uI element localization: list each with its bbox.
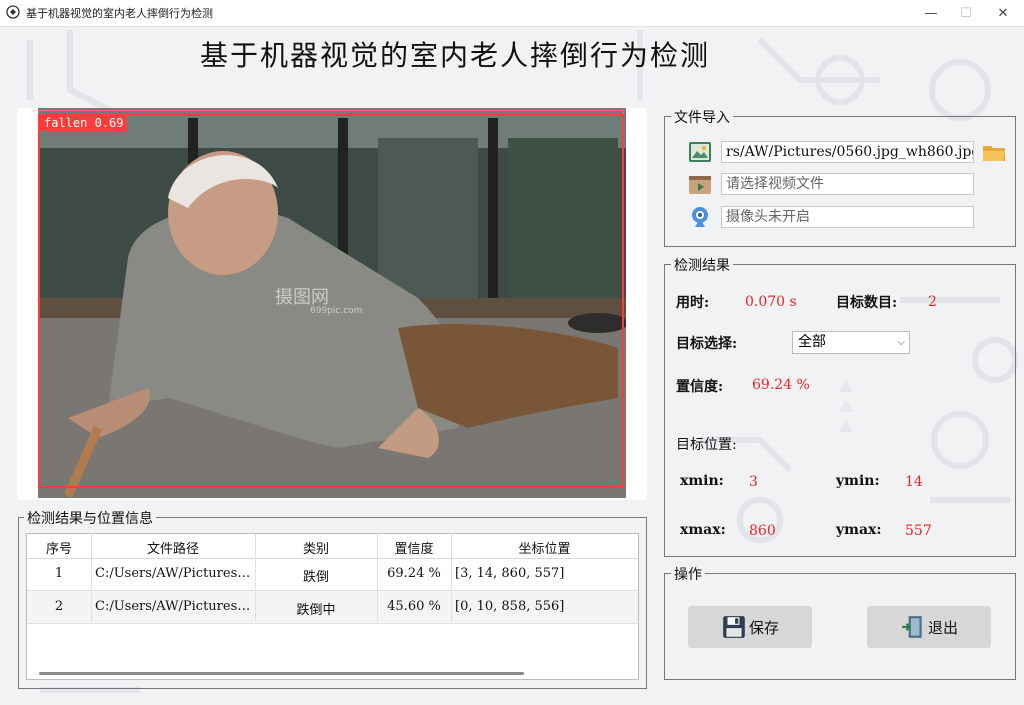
maximize-button[interactable]: ☐	[952, 2, 980, 24]
cell-coordinates: [0, 10, 858, 556]	[455, 599, 565, 614]
exit-button-label: 退出	[927, 618, 958, 637]
target-select-label: 目标选择:	[676, 336, 738, 352]
exit-button[interactable]: 退出	[867, 606, 991, 648]
time-label: 用时:	[676, 295, 710, 311]
floppy-disk-icon	[723, 616, 745, 638]
table-header: 序号 文件路径 类别 置信度 坐标位置	[27, 534, 638, 559]
count-value: 2	[928, 294, 937, 310]
cell-confidence: 69.24 %	[387, 566, 441, 581]
page-title: 基于机器视觉的室内老人摔倒行为检测	[200, 39, 711, 72]
cell-index: 2	[54, 599, 64, 614]
count-label: 目标数目:	[836, 295, 898, 311]
cell-confidence: 45.60 %	[387, 599, 441, 614]
image-path-field[interactable]: rs/AW/Pictures/0560.jpg_wh860.jpg	[721, 141, 974, 163]
column-divider	[377, 534, 378, 622]
target-position-label: 目标位置:	[676, 437, 737, 453]
confidence-value: 69.24 %	[752, 377, 810, 393]
exit-door-icon	[902, 616, 922, 638]
header-class[interactable]: 类别	[255, 538, 377, 557]
xmax-label: xmax:	[680, 522, 726, 538]
confidence-label: 置信度:	[676, 379, 724, 395]
xmax-value: 860	[749, 523, 776, 539]
results-table-title: 检测结果与位置信息	[24, 508, 156, 528]
file-import-title: 文件导入	[671, 107, 733, 127]
app-icon	[6, 5, 20, 19]
cell-file-path: C:/Users/AW/Pictures…	[95, 599, 251, 614]
window-titlebar: 基于机器视觉的室内老人摔倒行为检测 — ☐ ✕	[0, 0, 1024, 27]
header-index[interactable]: 序号	[27, 538, 91, 557]
close-button[interactable]: ✕	[989, 2, 1017, 24]
window-title: 基于机器视觉的室内老人摔倒行为检测	[26, 7, 213, 20]
operations-title: 操作	[671, 564, 705, 584]
cell-class: 跌倒中	[296, 603, 336, 618]
camera-icon[interactable]	[688, 205, 712, 229]
ymin-value: 14	[905, 474, 923, 490]
cell-file-path: C:/Users/AW/Pictures…	[95, 566, 251, 581]
cell-coordinates: [3, 14, 860, 557]	[455, 566, 565, 581]
folder-icon[interactable]	[982, 141, 1006, 165]
image-icon[interactable]	[688, 140, 712, 164]
detection-label: fallen 0.69	[40, 116, 128, 131]
ymax-value: 557	[905, 523, 932, 539]
detection-box-1	[38, 114, 624, 488]
table-row[interactable]: 2 C:/Users/AW/Pictures… 跌倒中 45.60 % [0, …	[27, 591, 638, 624]
xmin-label: xmin:	[680, 473, 724, 489]
chevron-down-icon: ⌵	[897, 337, 905, 348]
cell-index: 1	[54, 566, 64, 581]
column-divider	[451, 534, 452, 622]
ymax-label: ymax:	[836, 522, 882, 538]
detection-results-title: 检测结果	[671, 255, 733, 275]
watermark-url: 699pic.com	[310, 306, 363, 316]
save-button[interactable]: 保存	[688, 606, 812, 648]
header-file-path[interactable]: 文件路径	[91, 538, 255, 557]
save-button-label: 保存	[748, 618, 779, 637]
minimize-button[interactable]: —	[917, 2, 945, 24]
video-icon[interactable]	[688, 173, 712, 197]
results-table[interactable]: 序号 文件路径 类别 置信度 坐标位置 1 C:/Users/AW/Pictur…	[26, 533, 639, 680]
ymin-label: ymin:	[836, 473, 880, 489]
time-value: 0.070 s	[745, 294, 797, 310]
header-confidence[interactable]: 置信度	[377, 538, 451, 557]
cell-class: 跌倒	[302, 570, 329, 585]
column-divider	[255, 534, 256, 622]
target-select-dropdown[interactable]: 全部 ⌵	[792, 331, 910, 354]
table-row[interactable]: 1 C:/Users/AW/Pictures… 跌倒 69.24 % [3, 1…	[27, 558, 638, 591]
column-divider	[91, 534, 92, 622]
xmin-value: 3	[749, 474, 758, 490]
video-file-field[interactable]: 请选择视频文件	[721, 173, 974, 195]
horizontal-scrollbar[interactable]	[39, 672, 524, 675]
camera-status-field[interactable]: 摄像头未开启	[721, 206, 974, 228]
header-coordinates[interactable]: 坐标位置	[451, 538, 638, 557]
target-select-value: 全部	[798, 334, 826, 350]
